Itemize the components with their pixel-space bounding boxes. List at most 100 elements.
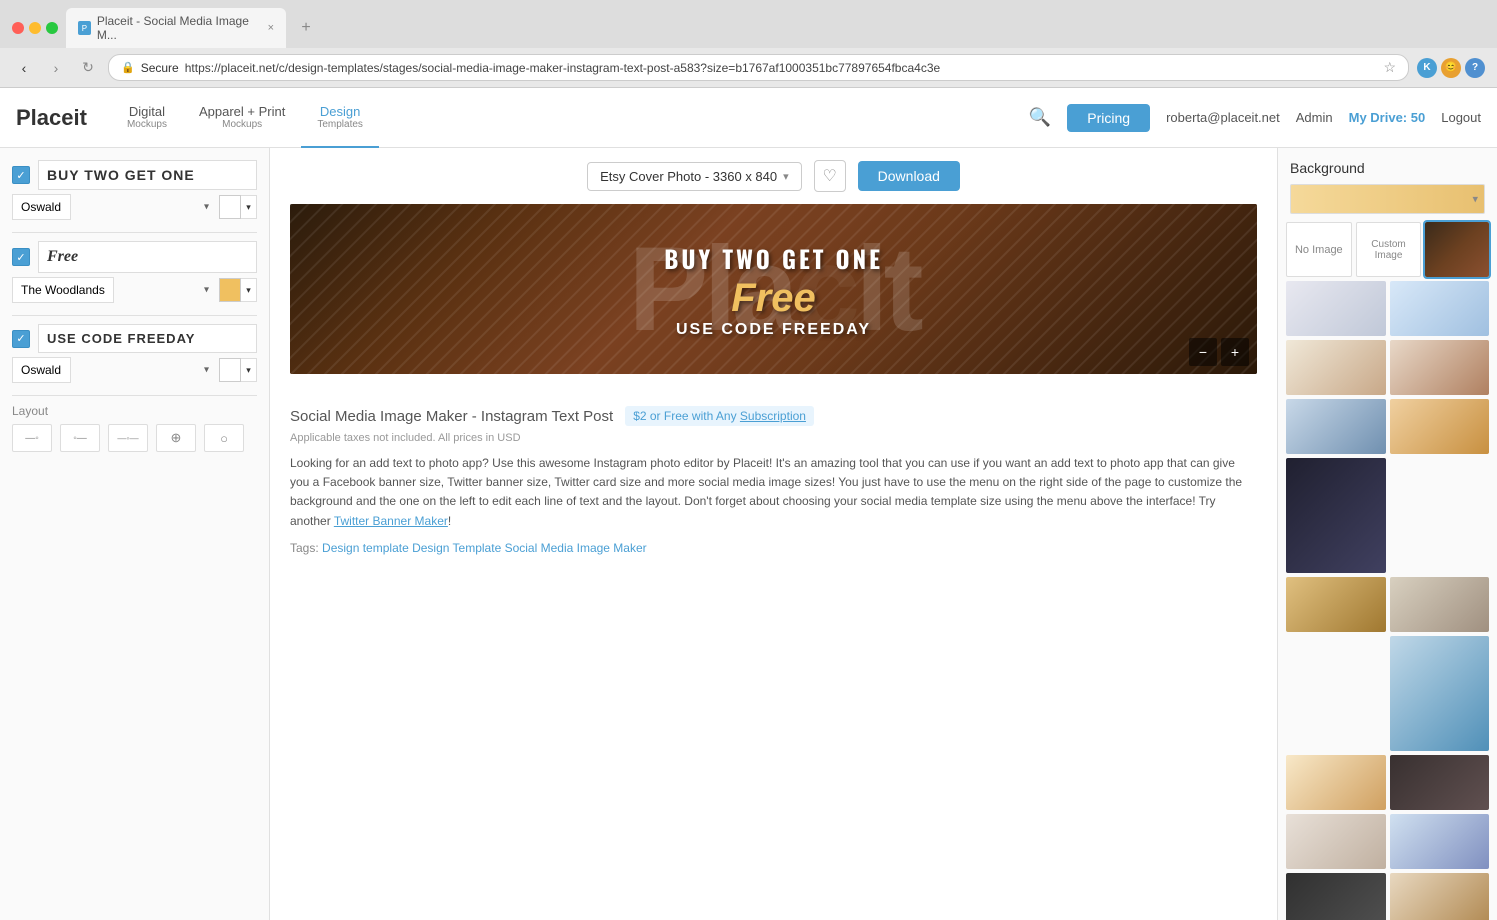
bg-thumb-15[interactable] xyxy=(1286,755,1386,810)
bg-thumb-3[interactable] xyxy=(1286,340,1386,395)
bg-row-3 xyxy=(1286,340,1489,395)
custom-image-option[interactable]: Custom Image xyxy=(1356,222,1422,277)
bg-thumb-2[interactable] xyxy=(1390,281,1490,336)
bg-thumb-selected[interactable] xyxy=(1425,222,1489,277)
twitter-banner-link[interactable]: Twitter Banner Maker xyxy=(334,514,448,528)
text-block-3-color-swatch xyxy=(219,358,241,382)
text-block-1-color[interactable]: ▾ xyxy=(219,195,257,219)
bg-thumb-4[interactable] xyxy=(1390,340,1490,395)
tag-design-template-1[interactable]: Design template xyxy=(322,541,412,555)
admin-link[interactable]: Admin xyxy=(1296,110,1333,125)
refresh-button[interactable]: ↻ xyxy=(76,56,100,80)
subscription-link[interactable]: Subscription xyxy=(740,409,806,423)
add-tab-button[interactable]: + xyxy=(294,16,318,40)
right-sidebar: Background ▾ No Image Custom Image xyxy=(1277,148,1497,920)
bg-thumb-14[interactable] xyxy=(1390,636,1490,751)
custom-image-label: Custom Image xyxy=(1357,239,1421,261)
canvas-controls: − + xyxy=(1189,338,1249,366)
text-block-2-checkbox[interactable] xyxy=(12,248,30,266)
close-dot[interactable] xyxy=(12,22,24,34)
text-block-2-color-dropdown[interactable]: ▾ xyxy=(241,278,257,302)
ext-icon-2[interactable]: 😊 xyxy=(1441,58,1461,78)
text-block-3-color[interactable]: ▾ xyxy=(219,358,257,382)
text-block-2-font-select[interactable]: The Woodlands xyxy=(12,277,114,303)
tag-social-media[interactable]: Social Media Image Maker xyxy=(505,541,647,555)
tax-note: Applicable taxes not included. All price… xyxy=(290,432,1257,444)
bg-thumb-11[interactable] xyxy=(1390,577,1490,632)
pricing-button[interactable]: Pricing xyxy=(1067,104,1150,132)
text-block-3-checkbox[interactable] xyxy=(12,330,30,348)
top-navigation: Placeit Digital Mockups Apparel + Print … xyxy=(0,88,1497,148)
user-email[interactable]: roberta@placeit.net xyxy=(1166,110,1280,125)
bg-thumb-17[interactable] xyxy=(1286,814,1386,869)
extension-icons: K 😊 ? xyxy=(1417,58,1485,78)
text-block-3-font-select[interactable]: Oswald xyxy=(12,357,71,383)
bg-thumb-20[interactable] xyxy=(1390,873,1490,920)
favorite-button[interactable]: ♡ xyxy=(814,160,846,192)
nav-design[interactable]: Design Templates xyxy=(301,88,379,148)
bg-col-right xyxy=(1390,458,1490,462)
my-drive-link[interactable]: My Drive: 50 xyxy=(1349,110,1426,125)
layout-option-5[interactable]: ○ xyxy=(204,424,244,452)
text-block-3-input[interactable] xyxy=(38,324,257,353)
ext-icon-1[interactable]: K xyxy=(1417,58,1437,78)
zoom-in-button[interactable]: + xyxy=(1221,338,1249,366)
download-button[interactable]: Download xyxy=(858,161,960,191)
layout-icon-2: ◦— xyxy=(73,433,87,444)
bg-thumb-6[interactable] xyxy=(1390,399,1490,454)
ext-icon-3[interactable]: ? xyxy=(1465,58,1485,78)
no-image-option[interactable]: No Image xyxy=(1286,222,1352,277)
layout-option-3[interactable]: —◦— xyxy=(108,424,148,452)
nav-apparel[interactable]: Apparel + Print Mockups xyxy=(183,88,301,148)
search-button[interactable]: 🔍 xyxy=(1029,107,1051,128)
bg-thumb-18[interactable] xyxy=(1390,814,1490,869)
minimize-dot[interactable] xyxy=(29,22,41,34)
close-tab-button[interactable]: × xyxy=(268,22,274,34)
layout-icon-1: —◦ xyxy=(25,433,39,444)
nav-digital[interactable]: Digital Mockups xyxy=(111,88,183,148)
canvas-image[interactable]: Placit BUY TWO GET ONE Free USE CODE FRE… xyxy=(290,204,1257,374)
size-selector[interactable]: Etsy Cover Photo - 3360 x 840 ▾ xyxy=(587,162,802,191)
bg-row-9 xyxy=(1286,814,1489,869)
browser-tab[interactable]: P Placeit - Social Media Image M... × xyxy=(66,8,286,48)
layout-label: Layout xyxy=(12,404,257,418)
back-button[interactable]: ‹ xyxy=(12,56,36,80)
address-bar[interactable]: 🔒 Secure https://placeit.net/c/design-te… xyxy=(108,54,1409,81)
main-content: Oswald ▾ xyxy=(0,148,1497,920)
text-block-2-input[interactable] xyxy=(38,241,257,273)
logout-link[interactable]: Logout xyxy=(1441,110,1481,125)
logo-text: Place xyxy=(16,105,74,130)
logo-bold: it xyxy=(74,105,87,130)
bg-thumb-10[interactable] xyxy=(1286,577,1386,632)
text-block-3-color-dropdown[interactable]: ▾ xyxy=(241,358,257,382)
bg-thumb-5[interactable] xyxy=(1286,399,1386,454)
center-content: Etsy Cover Photo - 3360 x 840 ▾ ♡ Downlo… xyxy=(270,148,1277,920)
background-images-grid: No Image Custom Image xyxy=(1278,222,1497,920)
text-block-2-color[interactable]: ▾ xyxy=(219,278,257,302)
bookmark-icon[interactable]: ☆ xyxy=(1383,59,1396,76)
background-section-title: Background xyxy=(1278,148,1497,184)
layout-option-2[interactable]: ◦— xyxy=(60,424,100,452)
bg-thumb-19[interactable] xyxy=(1286,873,1386,920)
layout-icon-3: —◦— xyxy=(117,433,138,443)
zoom-out-button[interactable]: − xyxy=(1189,338,1217,366)
text-block-2: The Woodlands ▾ xyxy=(12,241,257,303)
layout-option-1[interactable]: —◦ xyxy=(12,424,52,452)
forward-button[interactable]: › xyxy=(44,56,68,80)
text-block-1-input[interactable] xyxy=(38,160,257,190)
divider-3 xyxy=(12,395,257,396)
text-block-1-color-dropdown[interactable]: ▾ xyxy=(241,195,257,219)
canvas-area: Placit BUY TWO GET ONE Free USE CODE FRE… xyxy=(270,204,1277,394)
bg-thumb-16[interactable] xyxy=(1390,755,1490,810)
tag-design-template-2[interactable]: Design Template xyxy=(412,541,505,555)
text-block-1-checkbox[interactable] xyxy=(12,166,30,184)
bg-row-4 xyxy=(1286,399,1489,454)
background-color-bar[interactable]: ▾ xyxy=(1290,184,1485,214)
bg-thumb-7[interactable] xyxy=(1286,458,1386,573)
bg-thumb-1[interactable] xyxy=(1286,281,1386,336)
logo[interactable]: Placeit xyxy=(16,105,87,131)
canvas-text-line1: BUY TWO GET ONE xyxy=(664,240,883,276)
maximize-dot[interactable] xyxy=(46,22,58,34)
text-block-1-font-select[interactable]: Oswald xyxy=(12,194,71,220)
layout-option-4[interactable]: ⊕ xyxy=(156,424,196,452)
